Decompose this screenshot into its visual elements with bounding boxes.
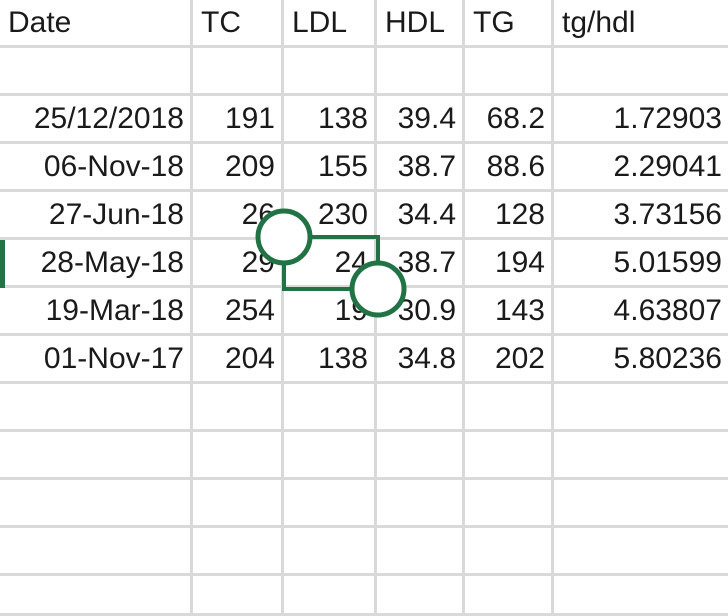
cell-tg[interactable] (465, 384, 554, 432)
cell-tc[interactable] (193, 48, 284, 96)
cell-tg[interactable]: 194 (465, 240, 554, 288)
cell-ldl[interactable] (284, 576, 377, 616)
cell-tg[interactable] (465, 528, 554, 576)
column-header-date[interactable]: Date (0, 0, 193, 48)
cell-ldl[interactable]: 138 (284, 96, 377, 144)
cell-tc[interactable]: 254 (193, 288, 284, 336)
cell-tg-hdl[interactable]: 4.63807 (554, 288, 728, 336)
cell-date[interactable]: 25/12/2018 (0, 96, 193, 144)
cell-tg-hdl[interactable] (554, 576, 728, 616)
cell-hdl[interactable]: 38.7 (377, 144, 465, 192)
cell-hdl[interactable] (377, 576, 465, 616)
cell-date[interactable]: 27-Jun-18 (0, 192, 193, 240)
column-header-tg-hdl[interactable]: tg/hdl (554, 0, 728, 48)
cell-date[interactable]: 19-Mar-18 (0, 288, 193, 336)
cell-tc[interactable] (193, 576, 284, 616)
cell-tg-hdl[interactable]: 2.29041 (554, 144, 728, 192)
cell-hdl[interactable]: 34.8 (377, 336, 465, 384)
cell-tg[interactable]: 202 (465, 336, 554, 384)
column-header-tc[interactable]: TC (193, 0, 284, 48)
cell-ldl[interactable] (284, 384, 377, 432)
cell-ldl[interactable]: 138 (284, 336, 377, 384)
cell-tg[interactable] (465, 48, 554, 96)
cell-date[interactable] (0, 576, 193, 616)
cell-tg-hdl[interactable] (554, 432, 728, 480)
cell-hdl[interactable] (377, 528, 465, 576)
cell-tg[interactable]: 68.2 (465, 96, 554, 144)
cell-tg-hdl[interactable] (554, 480, 728, 528)
cell-date[interactable]: 28-May-18 (0, 240, 193, 288)
cell-ldl[interactable]: 155 (284, 144, 377, 192)
cell-hdl[interactable]: 39.4 (377, 96, 465, 144)
column-header-hdl[interactable]: HDL (377, 0, 465, 48)
cell-tg-hdl[interactable]: 5.80236 (554, 336, 728, 384)
selection-end-handle[interactable] (349, 260, 407, 318)
cell-date[interactable] (0, 480, 193, 528)
cell-ldl[interactable] (284, 48, 377, 96)
cell-date[interactable]: 01-Nov-17 (0, 336, 193, 384)
cell-hdl[interactable]: 34.4 (377, 192, 465, 240)
cell-tc[interactable] (193, 384, 284, 432)
cell-tc[interactable]: 209 (193, 144, 284, 192)
cell-tg[interactable]: 143 (465, 288, 554, 336)
cell-date[interactable] (0, 432, 193, 480)
column-header-tg[interactable]: TG (465, 0, 554, 48)
cell-date[interactable] (0, 48, 193, 96)
cell-tg[interactable] (465, 480, 554, 528)
cell-date[interactable] (0, 528, 193, 576)
cell-tc[interactable] (193, 480, 284, 528)
cell-tg-hdl[interactable] (554, 48, 728, 96)
cell-date[interactable]: 06-Nov-18 (0, 144, 193, 192)
cell-ldl[interactable] (284, 528, 377, 576)
cell-date[interactable] (0, 384, 193, 432)
cell-tg[interactable] (465, 432, 554, 480)
cell-tg[interactable]: 128 (465, 192, 554, 240)
cell-tc[interactable]: 204 (193, 336, 284, 384)
cell-tg-hdl[interactable]: 1.72903 (554, 96, 728, 144)
cell-tg-hdl[interactable] (554, 384, 728, 432)
cell-ldl[interactable] (284, 432, 377, 480)
cell-tg[interactable] (465, 576, 554, 616)
selection-start-handle[interactable] (255, 208, 313, 266)
cell-tg-hdl[interactable]: 5.01599 (554, 240, 728, 288)
cell-tc[interactable] (193, 528, 284, 576)
cell-hdl[interactable] (377, 480, 465, 528)
cell-hdl[interactable] (377, 384, 465, 432)
cell-tg-hdl[interactable] (554, 528, 728, 576)
cell-hdl[interactable] (377, 48, 465, 96)
active-row-indicator (0, 240, 5, 288)
cell-tc[interactable] (193, 432, 284, 480)
cell-ldl[interactable] (284, 480, 377, 528)
cell-tg-hdl[interactable]: 3.73156 (554, 192, 728, 240)
cell-tc[interactable]: 191 (193, 96, 284, 144)
cell-tg[interactable]: 88.6 (465, 144, 554, 192)
column-header-ldl[interactable]: LDL (284, 0, 377, 48)
cell-hdl[interactable] (377, 432, 465, 480)
